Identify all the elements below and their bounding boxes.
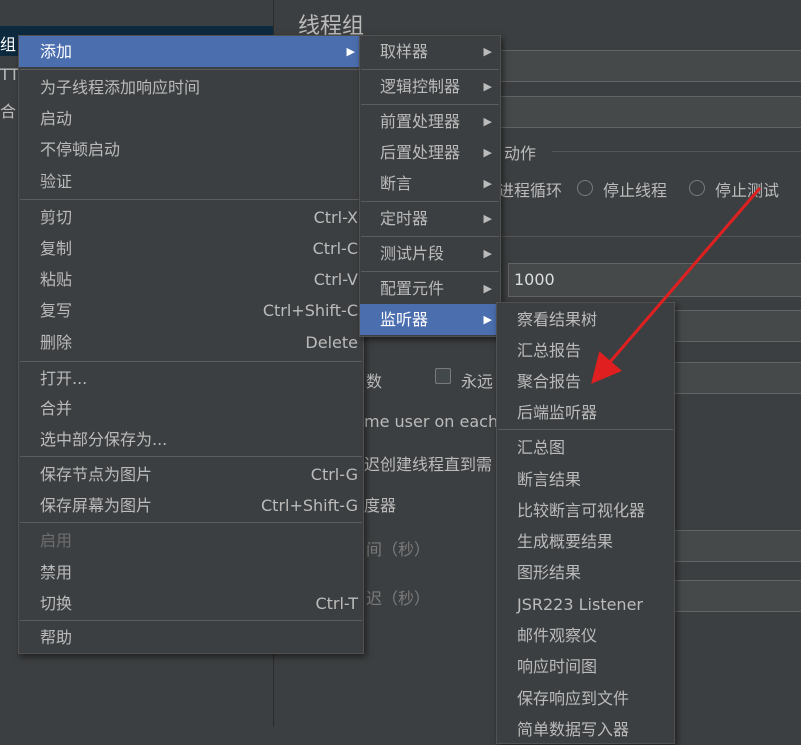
annotation-arrow-line	[591, 187, 762, 384]
annotation-arrow-icon	[591, 187, 762, 384]
